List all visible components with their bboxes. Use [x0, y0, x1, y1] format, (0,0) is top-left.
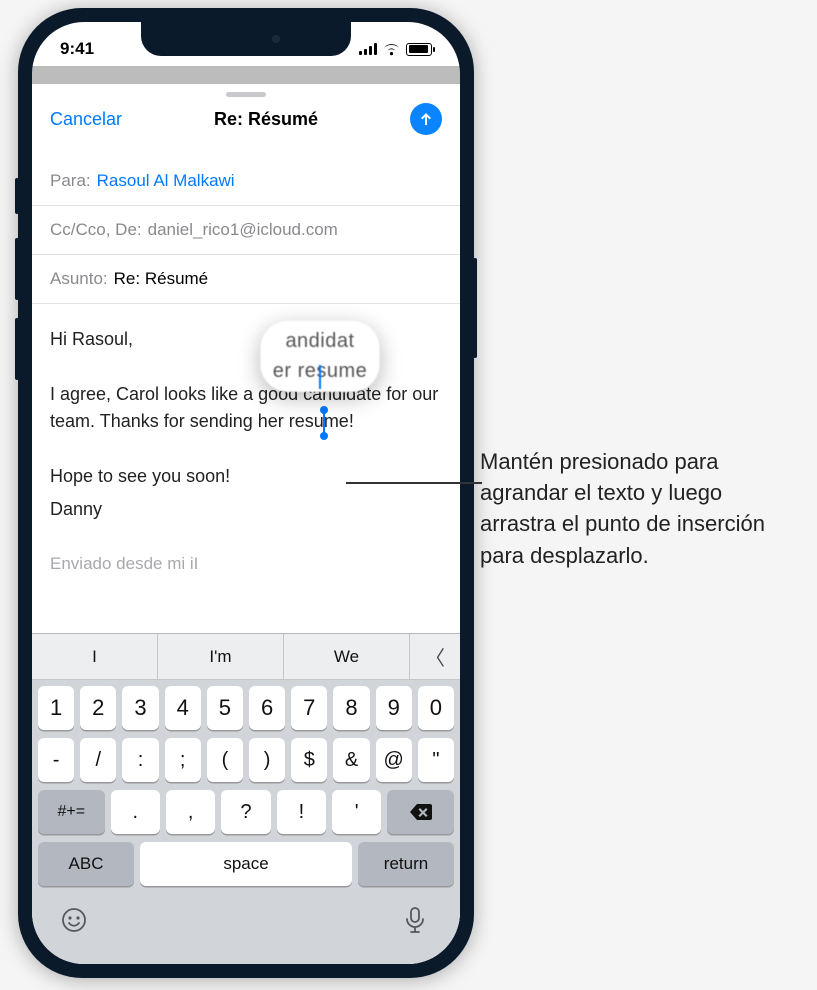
- key-symbols[interactable]: #+=: [38, 790, 105, 834]
- magnified-text-1: andidat: [285, 326, 354, 356]
- key-dash[interactable]: -: [38, 738, 74, 782]
- suggestion-1[interactable]: I: [32, 634, 158, 679]
- phone-frame: 9:41 Cancelar Re: Résumé: [18, 8, 474, 978]
- key-3[interactable]: 3: [122, 686, 158, 730]
- cc-label: Cc/Cco, De:: [50, 220, 142, 240]
- suggestion-3[interactable]: We: [284, 634, 410, 679]
- callout-text: Mantén presionado para agrandar el texto…: [480, 446, 800, 571]
- key-4[interactable]: 4: [165, 686, 201, 730]
- key-row-2: - / : ; ( ) $ & @ ": [38, 738, 454, 782]
- suggestion-2[interactable]: I'm: [158, 634, 284, 679]
- chevron-left-icon: 〈: [425, 642, 445, 671]
- key-7[interactable]: 7: [291, 686, 327, 730]
- wifi-icon: [383, 43, 400, 56]
- arrow-up-icon: [418, 111, 434, 127]
- backspace-icon: [409, 803, 433, 821]
- volume-down-button: [15, 318, 19, 380]
- key-return[interactable]: return: [358, 842, 454, 886]
- body-sent-from: Enviado desde mi iI: [50, 551, 442, 577]
- key-semicolon[interactable]: ;: [165, 738, 201, 782]
- key-row-3: #+= . , ? ! ': [38, 790, 454, 834]
- key-row-4: ABC space return: [38, 842, 454, 886]
- key-backspace[interactable]: [387, 790, 454, 834]
- suggestion-collapse[interactable]: 〈: [410, 634, 460, 679]
- key-0[interactable]: 0: [418, 686, 454, 730]
- body-signature: Danny: [50, 496, 442, 523]
- key-at[interactable]: @: [376, 738, 412, 782]
- compose-title: Re: Résumé: [214, 109, 318, 130]
- text-magnifier: andidat er resume: [260, 320, 380, 392]
- key-row-1: 1 2 3 4 5 6 7 8 9 0: [38, 686, 454, 730]
- background-dim: [32, 66, 460, 84]
- subject-field[interactable]: Asunto: Re: Résumé: [32, 254, 460, 303]
- key-1[interactable]: 1: [38, 686, 74, 730]
- dictation-button[interactable]: [404, 906, 432, 934]
- power-button: [473, 258, 477, 358]
- volume-up-button: [15, 238, 19, 300]
- microphone-icon: [404, 906, 426, 934]
- key-space[interactable]: space: [140, 842, 352, 886]
- key-2[interactable]: 2: [80, 686, 116, 730]
- key-comma[interactable]: ,: [166, 790, 215, 834]
- key-slash[interactable]: /: [80, 738, 116, 782]
- text-cursor[interactable]: [323, 412, 325, 434]
- key-dollar[interactable]: $: [291, 738, 327, 782]
- to-recipient[interactable]: Rasoul Al Malkawi: [97, 171, 235, 191]
- body-closing: Hope to see you soon!: [50, 463, 442, 490]
- keyboard: I I'm We 〈 1 2 3 4 5 6 7: [32, 633, 460, 964]
- body-greeting: Hi Rasoul,: [50, 326, 442, 353]
- key-exclaim[interactable]: !: [277, 790, 326, 834]
- magnifier-cursor: [319, 365, 321, 389]
- message-body[interactable]: Hi Rasoul, I agree, Carol looks like a g…: [32, 303, 460, 633]
- compose-sheet: Cancelar Re: Résumé Para: Rasoul Al Malk…: [32, 84, 460, 964]
- key-abc[interactable]: ABC: [38, 842, 134, 886]
- cancel-button[interactable]: Cancelar: [50, 109, 122, 130]
- key-period[interactable]: .: [111, 790, 160, 834]
- from-value: daniel_rico1@icloud.com: [148, 220, 338, 240]
- cellular-icon: [359, 43, 377, 55]
- camera-dot: [272, 35, 280, 43]
- cc-from-field[interactable]: Cc/Cco, De: daniel_rico1@icloud.com: [32, 205, 460, 254]
- body-paragraph: I agree, Carol looks like a good candida…: [50, 381, 442, 435]
- key-8[interactable]: 8: [333, 686, 369, 730]
- mute-switch: [15, 178, 19, 214]
- status-time: 9:41: [60, 39, 94, 59]
- key-paren-close[interactable]: ): [249, 738, 285, 782]
- to-label: Para:: [50, 171, 91, 191]
- key-amp[interactable]: &: [333, 738, 369, 782]
- key-9[interactable]: 9: [376, 686, 412, 730]
- callout-leader: [346, 482, 482, 484]
- key-5[interactable]: 5: [207, 686, 243, 730]
- subject-label: Asunto:: [50, 269, 108, 289]
- key-question[interactable]: ?: [221, 790, 270, 834]
- sheet-grabber[interactable]: [226, 92, 266, 97]
- key-apostrophe[interactable]: ': [332, 790, 381, 834]
- subject-value: Re: Résumé: [114, 269, 208, 289]
- key-paren-open[interactable]: (: [207, 738, 243, 782]
- emoji-button[interactable]: [60, 906, 88, 934]
- key-6[interactable]: 6: [249, 686, 285, 730]
- notch: [141, 22, 351, 56]
- key-colon[interactable]: :: [122, 738, 158, 782]
- key-quote[interactable]: ": [418, 738, 454, 782]
- to-field[interactable]: Para: Rasoul Al Malkawi: [32, 157, 460, 205]
- suggestion-bar: I I'm We 〈: [32, 634, 460, 680]
- battery-icon: [406, 43, 432, 56]
- send-button[interactable]: [410, 103, 442, 135]
- emoji-icon: [60, 906, 88, 934]
